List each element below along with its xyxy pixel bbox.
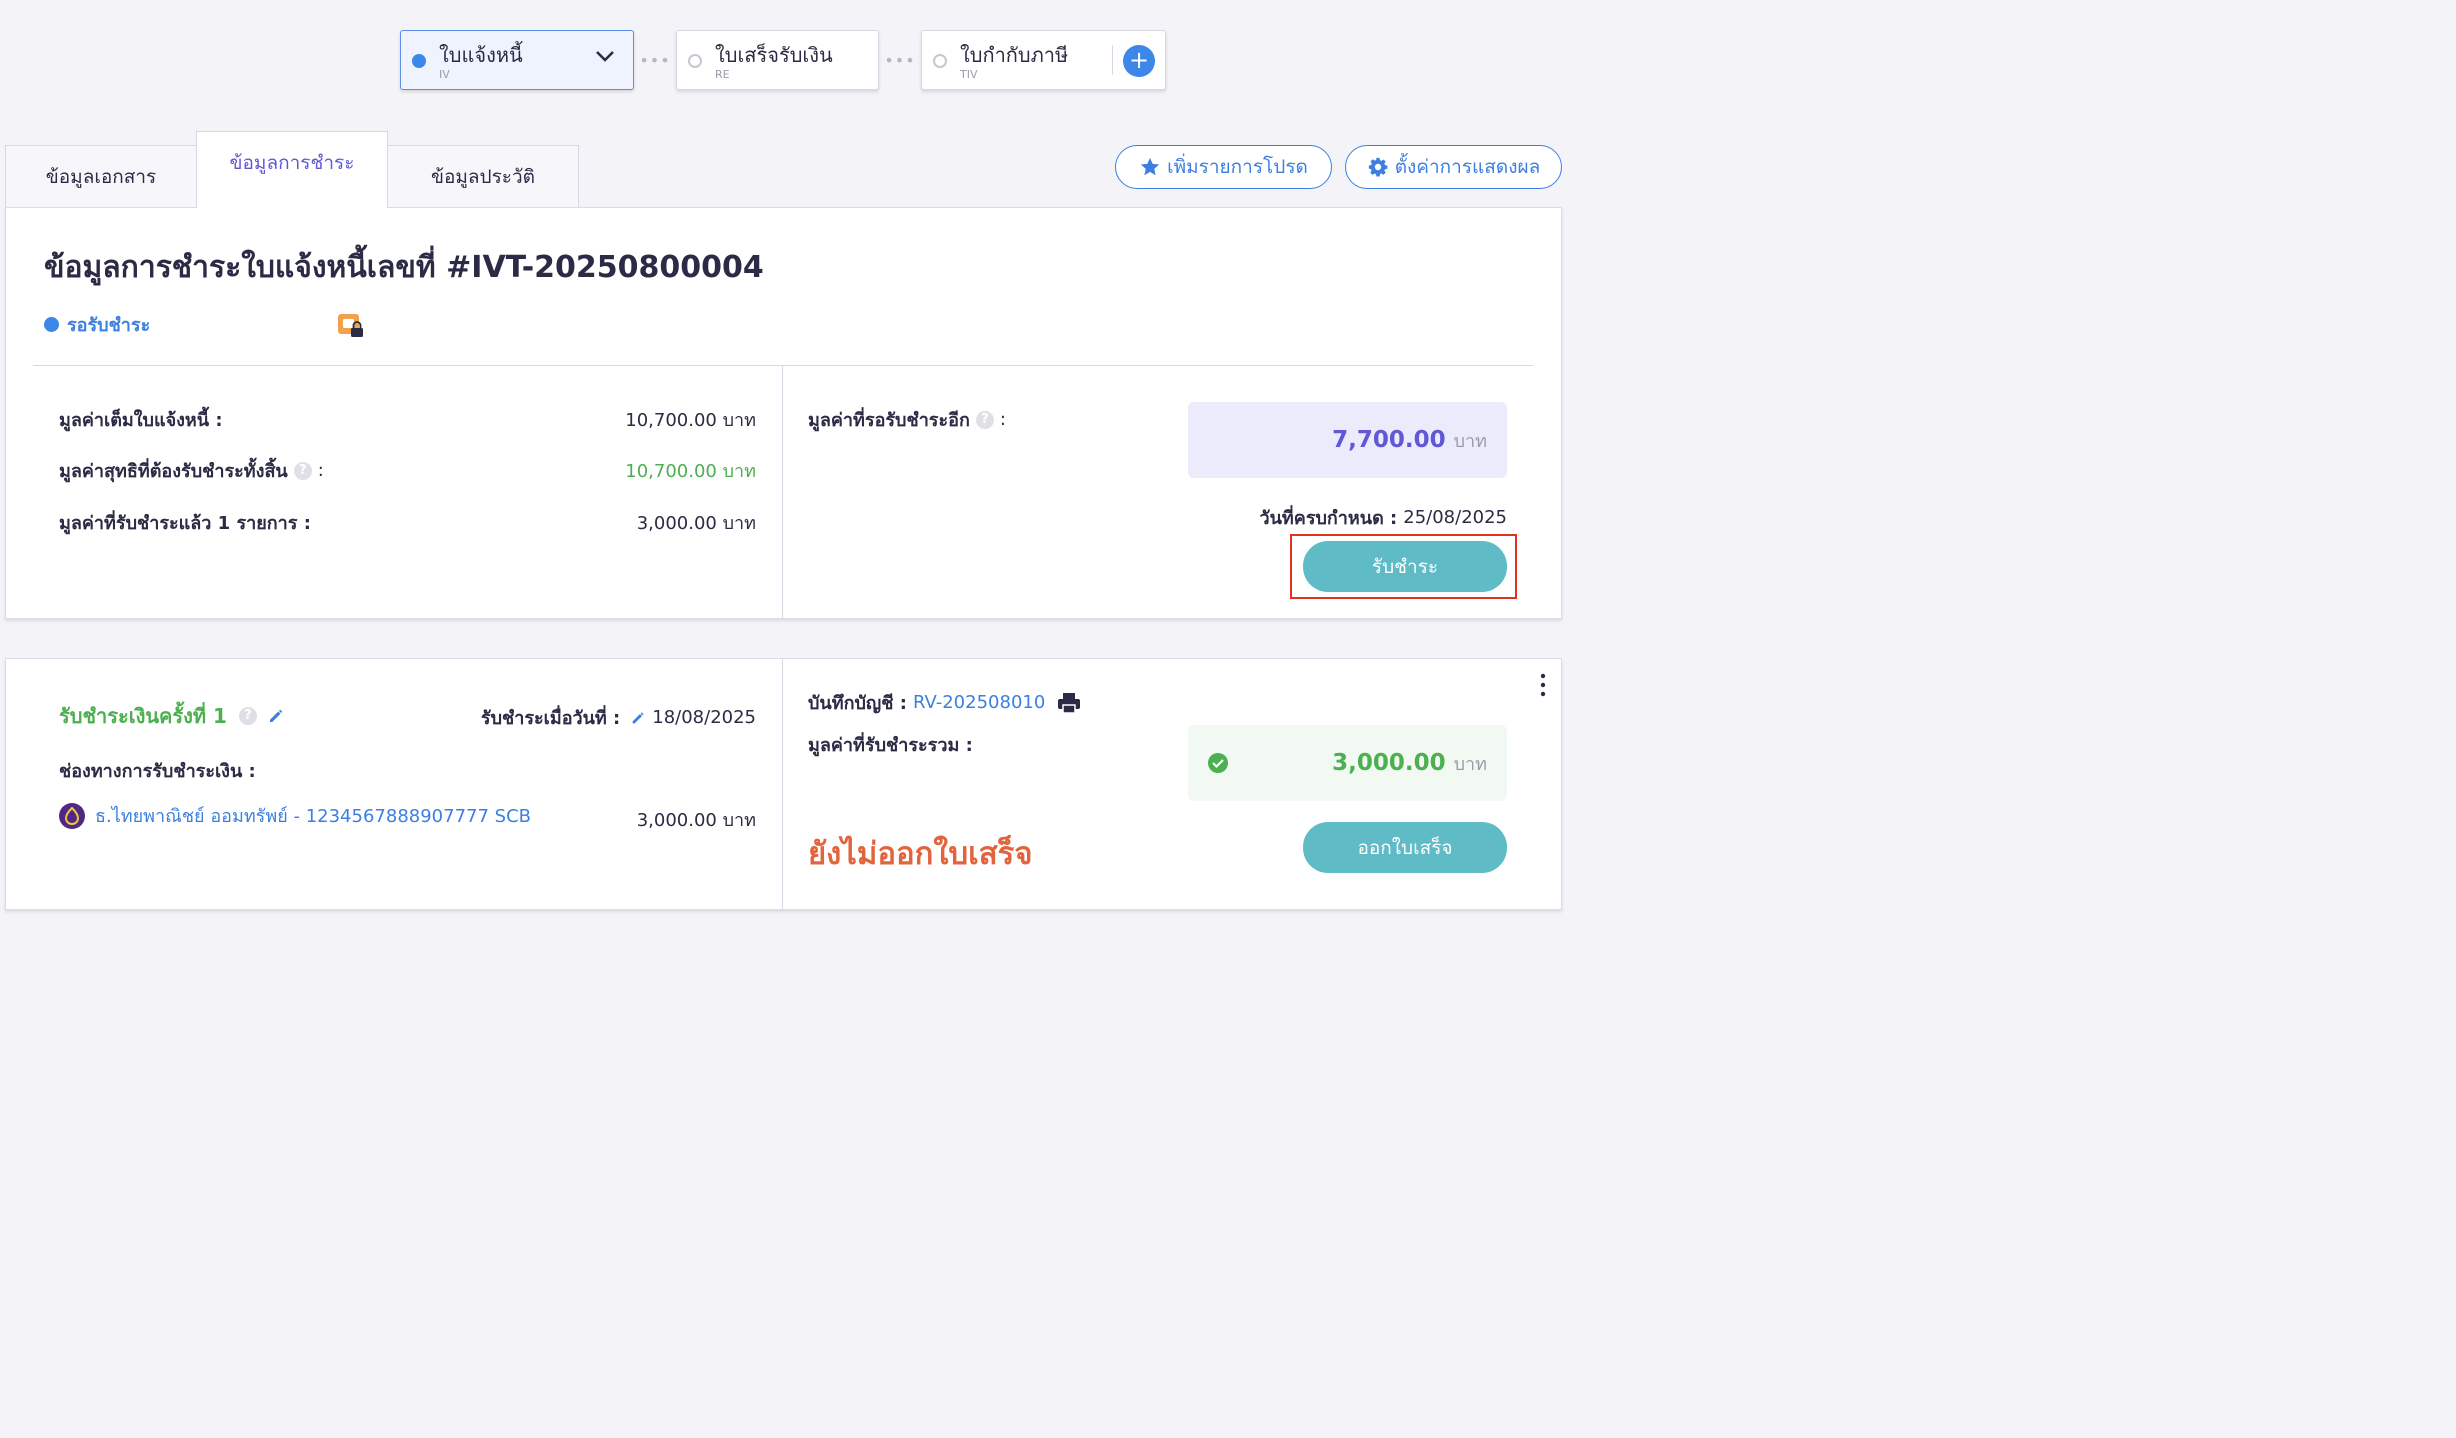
divider xyxy=(33,365,1533,366)
payment-date-label: รับชำระเมื่อวันที่ : xyxy=(480,708,621,729)
document-chain: ใบแจ้งหนี้ IV ••• ใบเสร็จรับเงิน RE ••• … xyxy=(400,30,1166,90)
full-value: 10,700.00 บาท xyxy=(625,410,756,431)
net-value: 10,700.00 บาท xyxy=(625,461,756,482)
journal-label: บันทึกบัญชี : xyxy=(808,693,907,714)
column-divider xyxy=(782,659,783,909)
due-date-label: วันที่ครบกำหนด : xyxy=(1259,508,1398,529)
total-received-box: 3,000.00 บาท xyxy=(1188,725,1507,801)
status-label: รอรับชำระ xyxy=(67,315,151,336)
help-icon[interactable]: ? xyxy=(293,461,312,480)
divider xyxy=(1112,45,1113,75)
tab-payment-info[interactable]: ข้อมูลการชำระ xyxy=(196,131,388,208)
payment-title-row: รับชำระเงินครั้งที่ 1 ? xyxy=(59,700,285,732)
doc-code: RE xyxy=(715,68,730,81)
chevron-down-icon[interactable] xyxy=(595,50,615,64)
column-divider xyxy=(782,366,783,618)
doc-receipt[interactable]: ใบเสร็จรับเงิน RE xyxy=(676,30,879,90)
display-settings-button[interactable]: ตั้งค่าการแสดงผล xyxy=(1345,145,1562,189)
channel-amount: 3,000.00 บาท xyxy=(636,810,756,831)
remaining-amount-box: 7,700.00 บาท xyxy=(1188,402,1507,478)
received-value: 3,000.00 บาท xyxy=(636,513,756,534)
net-value-label: มูลค่าสุทธิที่ต้องรับชำระทั้งสิ้น xyxy=(59,461,288,482)
more-options-icon[interactable] xyxy=(1539,673,1547,697)
status-badge: รอรับชำระ xyxy=(44,310,150,339)
chain-separator: ••• xyxy=(884,50,916,70)
due-date: 25/08/2025 xyxy=(1403,507,1507,528)
add-document-button[interactable]: + xyxy=(1123,45,1155,77)
scb-bank-logo-icon xyxy=(59,802,85,829)
channel-label: ช่องทางการรับชำระเงิน : xyxy=(59,761,256,782)
tab-document-info[interactable]: ข้อมูลเอกสาร xyxy=(5,145,197,208)
edit-date-icon[interactable] xyxy=(630,710,646,726)
received-label: มูลค่าที่รับชำระแล้ว 1 รายการ : xyxy=(59,513,311,534)
help-icon[interactable]: ? xyxy=(238,707,257,725)
gear-icon xyxy=(1368,157,1388,177)
help-icon[interactable]: ? xyxy=(975,410,994,429)
journal-number-link[interactable]: RV-202508010 xyxy=(913,692,1045,713)
doc-name: ใบเสร็จรับเงิน xyxy=(715,43,833,67)
due-date-row: วันที่ครบกำหนด : 25/08/2025 xyxy=(1260,503,1508,532)
page-title: ข้อมูลการชำระใบแจ้งหนี้เลขที่ #IVT-20250… xyxy=(44,250,764,285)
inactive-dot-icon xyxy=(688,54,702,68)
net-value-row: มูลค่าสุทธิที่ต้องรับชำระทั้งสิ้น ? : xyxy=(59,456,324,485)
display-settings-label: ตั้งค่าการแสดงผล xyxy=(1394,156,1541,178)
doc-invoice-selector[interactable]: ใบแจ้งหนี้ IV xyxy=(400,30,634,90)
total-received-label: มูลค่าที่รับชำระรวม : xyxy=(808,735,973,756)
total-received-amount: 3,000.00 xyxy=(1332,750,1446,776)
locked-document-icon[interactable] xyxy=(337,313,365,339)
print-icon[interactable] xyxy=(1057,692,1081,714)
payment-date-row: รับชำระเมื่อวันที่ : 18/08/2025 xyxy=(481,703,756,732)
active-dot-icon xyxy=(412,54,426,68)
add-favorite-label: เพิ่มรายการโปรด xyxy=(1167,156,1308,178)
issue-receipt-button[interactable]: ออกใบเสร็จ xyxy=(1303,822,1507,873)
currency-unit: บาท xyxy=(1453,753,1487,775)
remaining-label: มูลค่าที่รอรับชำระอีก xyxy=(808,410,970,431)
doc-code: IV xyxy=(439,68,450,81)
channel-name[interactable]: ธ.ไทยพาณิชย์ ออมทรัพย์ - 123456788890777… xyxy=(95,801,531,830)
inactive-dot-icon xyxy=(933,54,947,68)
receipt-status: ยังไม่ออกใบเสร็จ xyxy=(808,836,1033,872)
tab-history-info[interactable]: ข้อมูลประวัติ xyxy=(387,145,579,208)
check-circle-icon xyxy=(1208,753,1228,773)
status-dot-icon xyxy=(44,317,59,332)
remaining-amount: 7,700.00 xyxy=(1332,427,1446,453)
payment-date: 18/08/2025 xyxy=(652,707,756,728)
remaining-row: มูลค่าที่รอรับชำระอีก ? : xyxy=(808,405,1006,434)
edit-icon[interactable] xyxy=(267,707,285,725)
chain-separator: ••• xyxy=(639,50,671,70)
add-favorite-button[interactable]: เพิ่มรายการโปรด xyxy=(1115,145,1332,189)
channel-row: ธ.ไทยพาณิชย์ ออมทรัพย์ - 123456788890777… xyxy=(59,801,531,830)
currency-unit: บาท xyxy=(1453,430,1487,452)
doc-tax-invoice[interactable]: ใบกำกับภาษี TIV + xyxy=(921,30,1166,90)
journal-row: บันทึกบัญชี : RV-202508010 xyxy=(808,688,1081,717)
payment-title: รับชำระเงินครั้งที่ 1 xyxy=(59,704,227,728)
highlight-box xyxy=(1290,534,1517,599)
full-value-label: มูลค่าเต็มใบแจ้งหนี้ : xyxy=(59,410,223,431)
star-icon xyxy=(1140,157,1160,176)
